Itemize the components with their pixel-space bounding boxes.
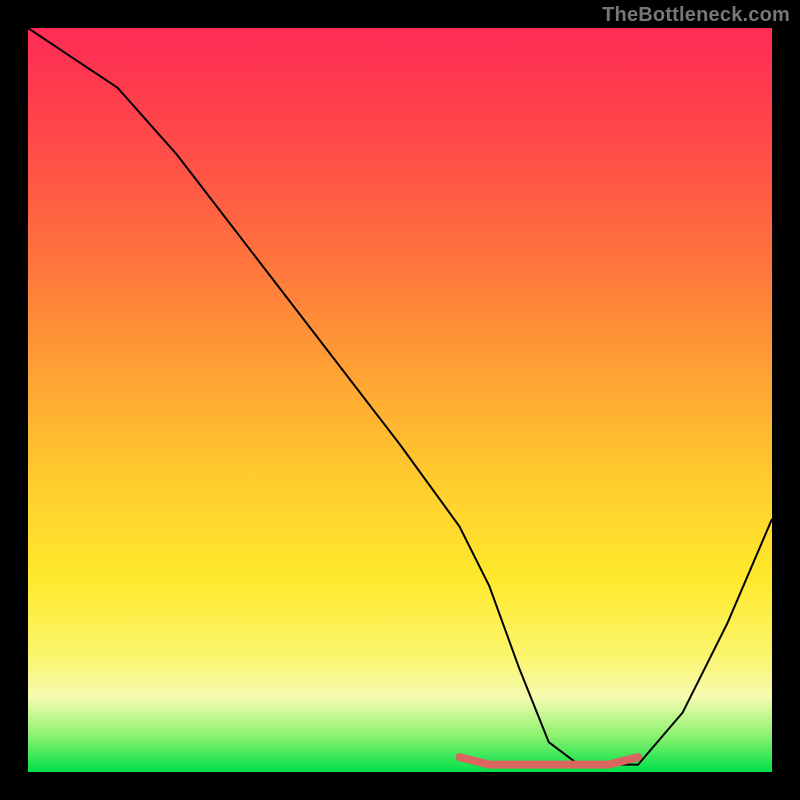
- bottom-highlight: [460, 757, 639, 765]
- bottleneck-curve: [28, 28, 772, 765]
- plot-area: [28, 28, 772, 772]
- watermark-text: TheBottleneck.com: [602, 4, 790, 27]
- chart-svg: [28, 28, 772, 772]
- chart-frame: TheBottleneck.com: [0, 0, 800, 800]
